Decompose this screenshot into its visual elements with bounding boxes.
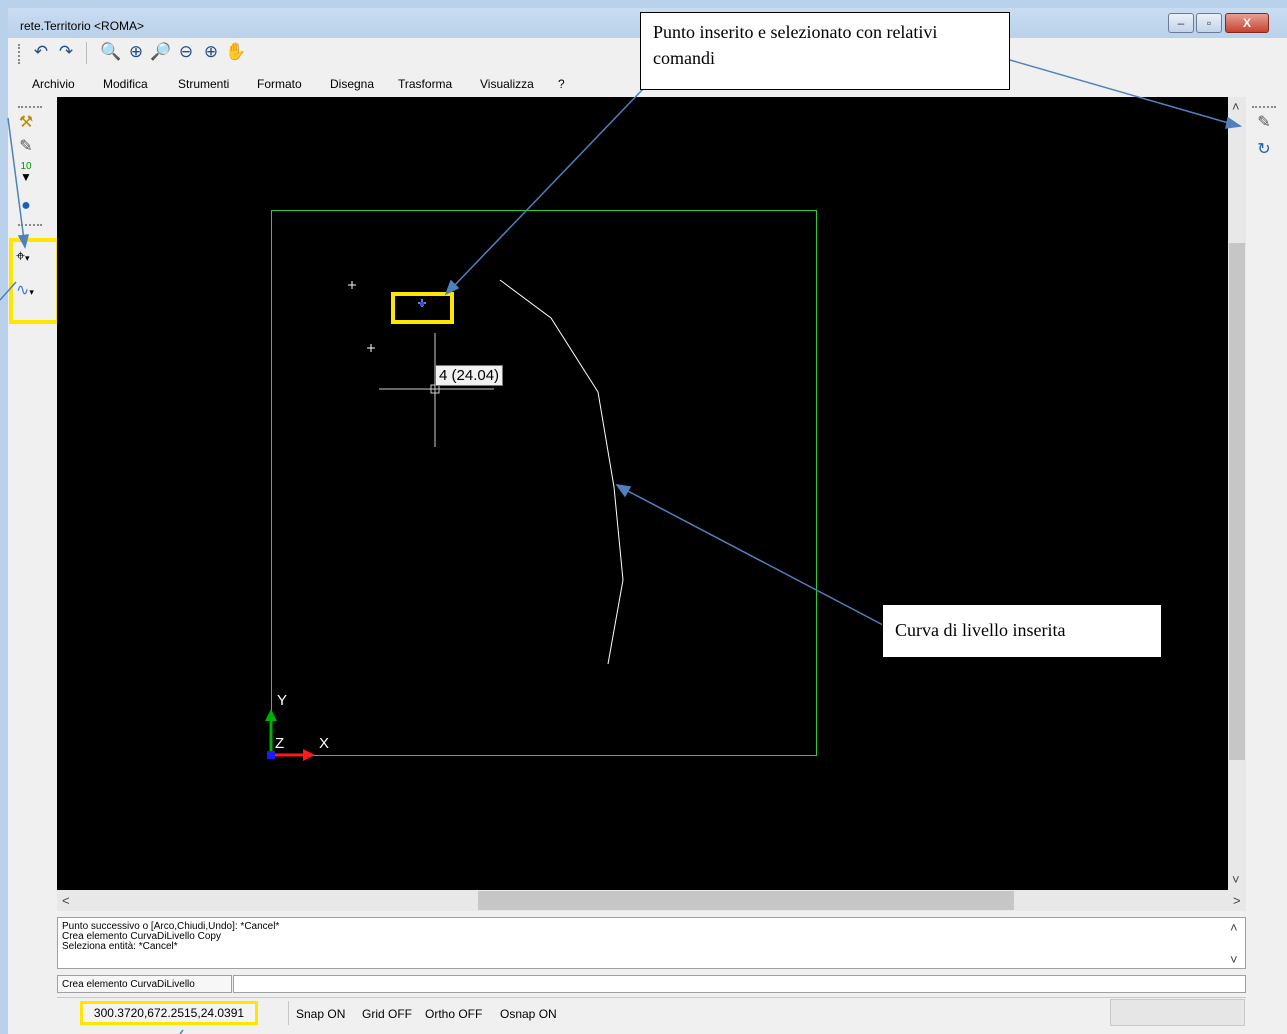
menu-visualizza[interactable]: Visualizza: [480, 77, 534, 91]
menu-disegna[interactable]: Disegna: [330, 77, 374, 91]
minimize-button[interactable]: –: [1168, 13, 1194, 33]
grid-toggle[interactable]: Grid OFF: [362, 1007, 412, 1021]
point-marker: [348, 281, 356, 289]
refresh-icon[interactable]: ↻: [1254, 140, 1274, 160]
horizontal-scroll-thumb[interactable]: [478, 891, 1014, 910]
status-separator: [288, 1001, 289, 1025]
edit-entity-icon[interactable]: ✎: [16, 137, 36, 157]
log-scroll-up-icon[interactable]: ˄: [1230, 920, 1238, 935]
menu-formato[interactable]: Formato: [257, 77, 302, 91]
command-history-line: Crea elemento CurvaDiLivello Copy: [62, 931, 221, 942]
zoom-out-icon[interactable]: ⊖: [175, 41, 197, 63]
point-label-tooltip: 4 (24.04): [435, 365, 504, 386]
callout-contour-inserted: Curva di livello inserita: [882, 604, 1162, 658]
toolbar-grip: [18, 224, 42, 226]
zoom-in-icon[interactable]: ⊕: [200, 41, 222, 63]
drawing-canvas[interactable]: Y Z X: [57, 97, 1228, 890]
menu-trasforma[interactable]: Trasforma: [398, 77, 452, 91]
axis-y-label: Y: [277, 692, 288, 709]
command-history-line: Punto successivo o [Arco,Chiudi,Undo]: *…: [62, 921, 280, 932]
redo-icon[interactable]: ↷: [55, 41, 77, 63]
command-input[interactable]: [233, 975, 1246, 993]
ucs-icon: [265, 709, 315, 761]
canvas-drawing: [265, 210, 817, 761]
undo-icon[interactable]: ↶: [30, 41, 52, 63]
toolbar-grip: [1252, 106, 1276, 108]
status-panel: [1110, 999, 1245, 1026]
zoom-window-icon[interactable]: ⊕: [125, 41, 147, 63]
scroll-right-icon[interactable]: >: [1233, 893, 1241, 908]
scroll-left-icon[interactable]: <: [62, 893, 70, 908]
window-title: rete.Territorio <ROMA>: [20, 19, 145, 33]
menu-strumenti[interactable]: Strumenti: [178, 77, 229, 91]
menu-modifica[interactable]: Modifica: [103, 77, 148, 91]
point-insert-dropdown[interactable]: ⌖▾: [16, 246, 52, 268]
globe-icon[interactable]: ●: [16, 196, 36, 216]
menu-help[interactable]: ?: [558, 77, 565, 91]
ortho-toggle[interactable]: Ortho OFF: [425, 1007, 482, 1021]
point-marker: [367, 344, 375, 352]
osnap-toggle[interactable]: Osnap ON: [500, 1007, 557, 1021]
zoom-extents-icon[interactable]: 🔍: [100, 41, 122, 63]
pan-icon[interactable]: ✋: [225, 41, 247, 63]
drawing-properties-icon[interactable]: ⚒: [16, 113, 36, 133]
crosshair-cursor: [379, 333, 494, 447]
edit-entity-icon[interactable]: ✎: [1254, 113, 1274, 133]
vertical-scroll-thumb[interactable]: [1229, 243, 1245, 760]
scroll-up-icon[interactable]: ˄: [1232, 99, 1240, 114]
snap-toggle[interactable]: Snap ON: [296, 1007, 345, 1021]
elevation-icon[interactable]: 10 ▼: [16, 162, 36, 184]
toolbar-grip: [18, 106, 42, 108]
drawing-frame: [271, 210, 817, 756]
log-scroll-down-icon[interactable]: ˅: [1230, 952, 1238, 967]
close-button[interactable]: X: [1225, 13, 1269, 33]
axis-z-label: Z: [275, 735, 285, 752]
toolbar-grip: [18, 44, 23, 64]
contour-line: [499, 279, 624, 665]
contour-insert-dropdown[interactable]: ∿▾: [16, 280, 52, 302]
callout-point-inserted: Punto inserito e selezionato con relativ…: [640, 12, 1010, 90]
axis-x-label: X: [319, 735, 330, 752]
command-history[interactable]: Punto successivo o [Arco,Chiudi,Undo]: *…: [57, 917, 1246, 969]
toolbar-separator: [86, 42, 87, 64]
command-history-line: Seleziona entità: *Cancel*: [62, 941, 178, 952]
scroll-down-icon[interactable]: ˅: [1232, 872, 1240, 887]
maximize-button[interactable]: ▫: [1196, 13, 1222, 33]
command-prompt-label: Crea elemento CurvaDiLivello: [57, 975, 232, 993]
zoom-realtime-icon[interactable]: 🔎: [150, 41, 172, 63]
menu-archivio[interactable]: Archivio: [32, 77, 75, 91]
selected-point-highlight: [391, 292, 454, 324]
coordinates-readout: 300.3720,672.2515,24.0391: [80, 1001, 258, 1025]
